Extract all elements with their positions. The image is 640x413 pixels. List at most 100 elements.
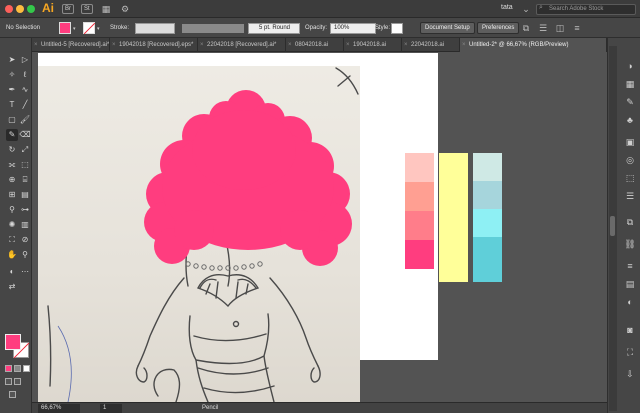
zoom-window-button[interactable] bbox=[27, 5, 35, 13]
rectangle-tool-icon[interactable]: ▢ bbox=[6, 114, 18, 126]
tab-22042018-recovered[interactable]: × 22042018 [Recovered].ai* bbox=[198, 38, 286, 52]
screen-mode-icon[interactable] bbox=[9, 391, 16, 398]
magic-wand-icon[interactable]: ✧ bbox=[6, 69, 18, 81]
close-tab-icon[interactable]: × bbox=[404, 38, 408, 52]
links-panel-icon[interactable]: ⛓ bbox=[624, 238, 636, 250]
stroke-weight-field[interactable] bbox=[135, 23, 175, 34]
palette-swatch[interactable] bbox=[439, 153, 468, 282]
scale-icon[interactable]: ⤢ bbox=[19, 144, 31, 156]
close-tab-icon[interactable]: × bbox=[288, 38, 292, 52]
tab-untitled-2[interactable]: × Untitled-2* @ 66,67% (RGB/Preview) bbox=[460, 38, 607, 52]
gradient-mode-icon[interactable] bbox=[14, 365, 21, 372]
edit-toolbar-icon[interactable]: ⋯ bbox=[19, 266, 31, 278]
brush-definition[interactable]: 5 pt. Round bbox=[248, 23, 300, 34]
align-icon[interactable]: ☰ bbox=[537, 22, 549, 34]
transparency-panel-icon[interactable]: ◐ bbox=[624, 296, 636, 308]
artboard-tool-icon[interactable]: ⛶ bbox=[6, 234, 18, 246]
fill-color-box[interactable] bbox=[5, 334, 21, 350]
chevron-down-icon[interactable]: ⌄ bbox=[520, 3, 532, 15]
pink-hair-shape[interactable] bbox=[144, 90, 372, 295]
eraser-icon[interactable]: ⌫ bbox=[19, 129, 31, 141]
graph-icon[interactable]: ▥ bbox=[19, 219, 31, 231]
perspective-icon[interactable]: ⌸ bbox=[19, 174, 31, 186]
fill-swatch[interactable] bbox=[59, 22, 71, 34]
opacity-field[interactable]: 100% bbox=[330, 23, 376, 34]
symbols-panel-icon[interactable]: ♣ bbox=[624, 114, 636, 126]
close-tab-icon[interactable]: × bbox=[200, 38, 204, 52]
hand-icon[interactable]: ✋ bbox=[6, 249, 18, 261]
symbol-sprayer-icon[interactable]: ✺ bbox=[6, 219, 18, 231]
swatches-panel-icon[interactable]: ▦ bbox=[624, 78, 636, 90]
palette-swatch[interactable] bbox=[405, 211, 434, 240]
user-name[interactable]: tata bbox=[501, 4, 513, 11]
tab-untitled-5[interactable]: × Untitled-5 [Recovered].ai* bbox=[32, 38, 110, 52]
rotate-icon[interactable]: ↻ bbox=[6, 144, 18, 156]
eyedropper-icon[interactable]: ⚲ bbox=[6, 204, 18, 216]
close-window-button[interactable] bbox=[5, 5, 13, 13]
zoom-icon[interactable]: ⚲ bbox=[19, 249, 31, 261]
palette-blue-column[interactable] bbox=[473, 153, 502, 282]
layers-panel-icon[interactable]: ☰ bbox=[624, 190, 636, 202]
palette-pink-column[interactable] bbox=[405, 153, 434, 269]
lasso-icon[interactable]: ℓ bbox=[19, 69, 31, 81]
image-trace-icon[interactable]: ⬚ bbox=[624, 172, 636, 184]
pathfinder-icon[interactable]: ◙ bbox=[624, 324, 636, 336]
tab-08042018[interactable]: × 08042018.ai bbox=[286, 38, 344, 52]
pen-tool-icon[interactable]: ✒ bbox=[6, 84, 18, 96]
palette-swatch[interactable] bbox=[473, 181, 502, 209]
palette-swatch[interactable] bbox=[473, 209, 502, 237]
minimize-window-button[interactable] bbox=[16, 5, 24, 13]
palette-swatch[interactable] bbox=[405, 240, 434, 269]
transform-icon[interactable]: ⧉ bbox=[520, 22, 532, 34]
slice-icon[interactable]: ⊘ bbox=[19, 234, 31, 246]
style-label[interactable]: Style: bbox=[375, 25, 390, 31]
zoom-level[interactable]: 66,67% bbox=[38, 404, 80, 413]
close-tab-icon[interactable]: × bbox=[34, 38, 38, 52]
search-stock-input[interactable]: Search Adobe Stock bbox=[536, 4, 636, 15]
palette-swatch[interactable] bbox=[473, 153, 502, 181]
stock-button[interactable]: St bbox=[81, 4, 93, 14]
tab-19042018-recovered[interactable]: × 19042018 [Recovered].eps* bbox=[110, 38, 198, 52]
tab-19042018[interactable]: × 19042018.ai bbox=[344, 38, 402, 52]
preferences-button[interactable]: Preferences bbox=[477, 22, 520, 34]
curvature-icon[interactable]: ∿ bbox=[19, 84, 31, 96]
bridge-button[interactable]: Br bbox=[62, 4, 74, 14]
panel-menu-icon[interactable]: ≡ bbox=[571, 22, 583, 34]
shape-builder-icon[interactable]: ⊕ bbox=[6, 174, 18, 186]
arrange-documents-icon[interactable]: ▦ bbox=[100, 3, 112, 15]
transform-panel-icon[interactable]: ⧉ bbox=[624, 216, 636, 228]
graphic-style-swatch[interactable] bbox=[391, 23, 403, 34]
stroke-swatch[interactable] bbox=[83, 22, 95, 34]
tab-22042018[interactable]: × 22042018.ai bbox=[402, 38, 460, 52]
pencil-icon[interactable]: ✎ bbox=[6, 129, 18, 141]
isolate-icon[interactable]: ◫ bbox=[554, 22, 566, 34]
close-tab-icon[interactable]: × bbox=[112, 38, 116, 52]
draw-normal-icon[interactable] bbox=[5, 378, 12, 385]
document-setup-button[interactable]: Document Setup bbox=[420, 22, 475, 34]
variable-width-profile[interactable] bbox=[182, 24, 244, 33]
swap-fill-stroke-icon[interactable]: ⇄ bbox=[6, 281, 18, 293]
palette-swatch[interactable] bbox=[405, 182, 434, 211]
appearance-icon[interactable]: ◎ bbox=[624, 154, 636, 166]
color-mode-icon[interactable] bbox=[5, 365, 12, 372]
direct-selection-tool-icon[interactable]: ▷ bbox=[19, 54, 31, 66]
asset-export-icon[interactable]: ⇩ bbox=[624, 368, 636, 380]
current-tool-status[interactable]: Pencil bbox=[202, 405, 218, 411]
type-tool-icon[interactable]: T bbox=[6, 99, 18, 111]
graphic-styles-icon[interactable]: ▣ bbox=[624, 136, 636, 148]
artboards-panel-icon[interactable]: ⛶ bbox=[624, 346, 636, 358]
fill-dropdown-icon[interactable]: ▾ bbox=[73, 26, 76, 32]
opacity-label[interactable]: Opacity: bbox=[305, 25, 327, 31]
palette-swatch[interactable] bbox=[405, 153, 434, 182]
line-tool-icon[interactable]: ╱ bbox=[19, 99, 31, 111]
none-mode-icon[interactable] bbox=[23, 365, 30, 372]
width-tool-icon[interactable]: ⟗ bbox=[6, 159, 18, 171]
close-tab-icon[interactable]: × bbox=[462, 38, 466, 52]
stroke-label[interactable]: Stroke: bbox=[110, 25, 129, 31]
stroke-panel-icon[interactable]: ≡ bbox=[624, 260, 636, 272]
brushes-panel-icon[interactable]: ✎ bbox=[624, 96, 636, 108]
dock-scroll-thumb[interactable] bbox=[610, 216, 615, 236]
close-tab-icon[interactable]: × bbox=[346, 38, 350, 52]
mesh-icon[interactable]: ⊞ bbox=[6, 189, 18, 201]
artboard-number[interactable]: 1 bbox=[100, 404, 122, 413]
